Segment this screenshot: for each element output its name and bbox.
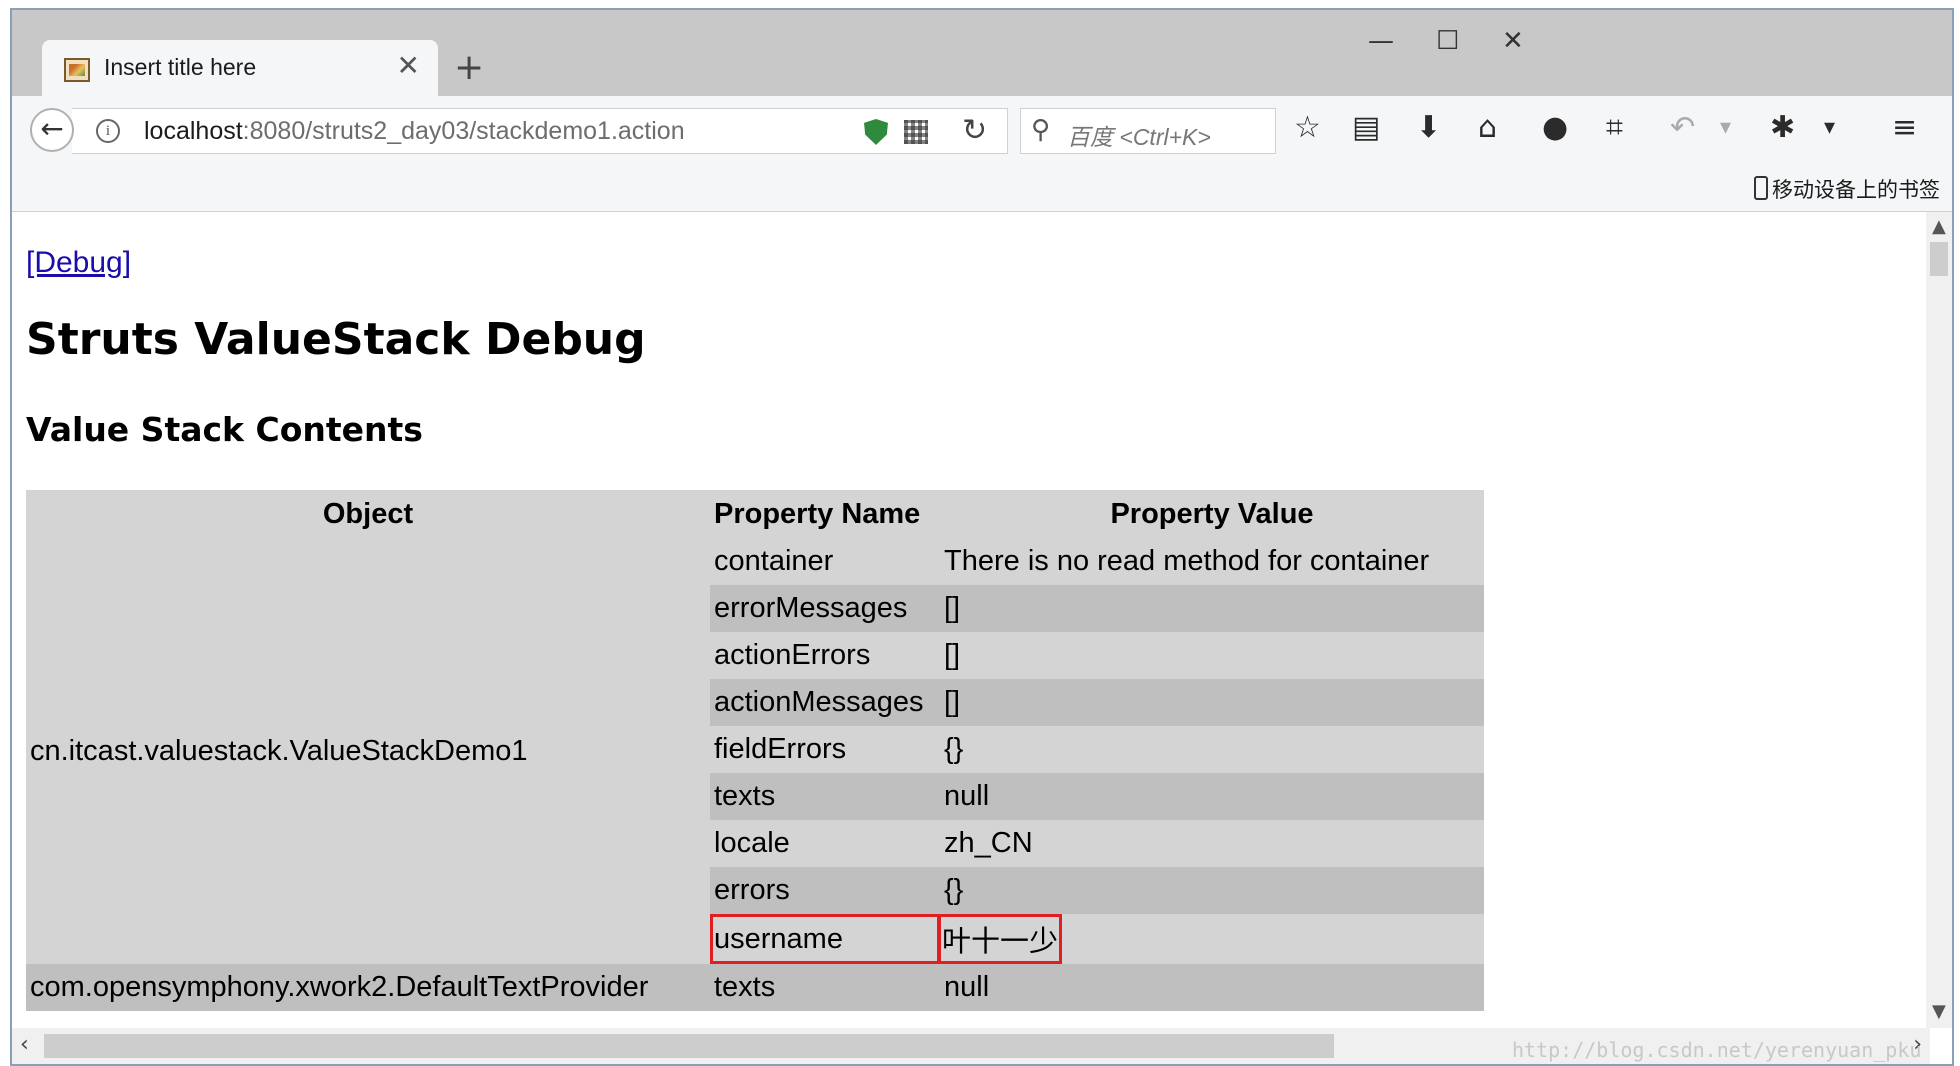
tab-active[interactable]: Insert title here ✕ bbox=[42, 40, 438, 96]
property-name-cell: errors bbox=[710, 867, 940, 914]
search-icon: ⚲ bbox=[1031, 115, 1051, 145]
property-value-cell: {} bbox=[940, 726, 1484, 773]
property-name-cell: texts bbox=[710, 773, 940, 820]
minimize-button[interactable]: — bbox=[1368, 28, 1394, 54]
property-name-cell: errorMessages bbox=[710, 585, 940, 632]
crop-icon[interactable]: ⌗ bbox=[1606, 110, 1623, 146]
header-property-value: Property Value bbox=[940, 490, 1484, 538]
section-heading: Value Stack Contents bbox=[26, 410, 423, 449]
property-value-cell: 叶十一少 bbox=[938, 914, 1484, 964]
reload-icon[interactable]: ↻ bbox=[962, 113, 987, 148]
watermark: http://blog.csdn.net/yerenyuan_pku bbox=[1512, 1038, 1922, 1062]
page-content: [Debug] Struts ValueStack Debug Value St… bbox=[12, 212, 1930, 1028]
tab-strip: Insert title here ✕ + — ☐ ✕ bbox=[12, 10, 1952, 96]
property-value-cell: [] bbox=[940, 632, 1484, 679]
qr-code-icon[interactable] bbox=[904, 120, 928, 144]
property-name-cell: fieldErrors bbox=[710, 726, 940, 773]
search-placeholder: 百度 <Ctrl+K> bbox=[1067, 124, 1211, 150]
vertical-scroll-thumb[interactable] bbox=[1930, 242, 1948, 276]
table-row: com.opensymphony.xwork2.DefaultTextProvi… bbox=[26, 964, 1484, 1011]
home-icon[interactable]: ⌂ bbox=[1478, 110, 1497, 146]
property-name-cell: texts bbox=[710, 964, 940, 1011]
bookmarks-toolbar: 移动设备上的书签 bbox=[12, 166, 1952, 212]
highlighted-username-value: 叶十一少 bbox=[938, 914, 1063, 964]
value-stack-table: Object Property Name Property Value cn.i… bbox=[26, 490, 1484, 1011]
property-name-cell: actionErrors bbox=[710, 632, 940, 679]
search-bar[interactable]: ⚲ 百度 <Ctrl+K> bbox=[1020, 108, 1276, 154]
scroll-left-icon[interactable]: ‹ bbox=[20, 1032, 29, 1057]
url-text[interactable]: localhost:8080/struts2_day03/stackdemo1.… bbox=[144, 117, 685, 146]
address-bar[interactable]: i localhost:8080/struts2_day03/stackdemo… bbox=[72, 108, 1008, 154]
maximize-button[interactable]: ☐ bbox=[1436, 28, 1459, 54]
property-value-cell: null bbox=[940, 773, 1484, 820]
property-name-cell: actionMessages bbox=[710, 679, 940, 726]
object-cell: com.opensymphony.xwork2.DefaultTextProvi… bbox=[26, 964, 710, 1011]
undo-icon[interactable]: ↶ bbox=[1670, 110, 1695, 146]
undo-dropdown-icon[interactable]: ▾ bbox=[1720, 110, 1731, 146]
site-info-icon[interactable]: i bbox=[96, 119, 120, 143]
tab-close-icon[interactable]: ✕ bbox=[397, 52, 420, 80]
mobile-device-icon bbox=[1754, 176, 1768, 200]
property-value-cell: [] bbox=[940, 585, 1484, 632]
tomcat-favicon-icon bbox=[64, 58, 90, 82]
chat-icon[interactable]: ● bbox=[1542, 110, 1568, 146]
url-host: localhost bbox=[144, 117, 243, 145]
extension-dropdown-icon[interactable]: ▾ bbox=[1824, 110, 1835, 146]
property-value-cell: [] bbox=[940, 679, 1484, 726]
table-row: cn.itcast.valuestack.ValueStackDemo1 con… bbox=[26, 538, 1484, 964]
debug-link[interactable]: [Debug] bbox=[26, 246, 131, 280]
back-button[interactable]: ← bbox=[30, 108, 74, 152]
download-icon[interactable]: ⬇ bbox=[1416, 110, 1441, 146]
extension-icon[interactable]: ✱ bbox=[1770, 110, 1795, 146]
property-name-cell: locale bbox=[710, 820, 940, 867]
scroll-up-icon[interactable]: ▲ bbox=[1932, 216, 1946, 237]
property-value-cell: zh_CN bbox=[940, 820, 1484, 867]
mobile-bookmarks-link[interactable]: 移动设备上的书签 bbox=[1772, 174, 1940, 204]
property-value-cell: null bbox=[940, 964, 1484, 1011]
object-cell: cn.itcast.valuestack.ValueStackDemo1 bbox=[26, 538, 710, 964]
shield-icon[interactable] bbox=[864, 119, 888, 145]
navigation-toolbar: i localhost:8080/struts2_day03/stackdemo… bbox=[12, 96, 1952, 166]
menu-icon[interactable]: ≡ bbox=[1892, 110, 1917, 146]
vertical-scrollbar[interactable]: ▲ ▼ bbox=[1926, 212, 1952, 1028]
horizontal-scroll-thumb[interactable] bbox=[44, 1034, 1334, 1058]
tab-title: Insert title here bbox=[104, 54, 257, 80]
table-header-row: Object Property Name Property Value bbox=[26, 490, 1484, 538]
property-name-cell: container bbox=[710, 538, 940, 585]
header-property-name: Property Name bbox=[710, 490, 940, 538]
new-tab-button[interactable]: + bbox=[454, 50, 484, 86]
bookmark-star-icon[interactable]: ☆ bbox=[1294, 110, 1321, 146]
browser-window: Insert title here ✕ + — ☐ ✕ i localhost:… bbox=[10, 8, 1954, 1066]
header-object: Object bbox=[26, 490, 710, 538]
page-title: Struts ValueStack Debug bbox=[26, 314, 646, 365]
url-path: :8080/struts2_day03/stackdemo1.action bbox=[242, 117, 685, 145]
scroll-down-icon[interactable]: ▼ bbox=[1932, 1001, 1946, 1022]
property-name-cell: username bbox=[710, 914, 940, 964]
property-value-cell: {} bbox=[940, 867, 1484, 914]
reading-list-icon[interactable]: ▤ bbox=[1352, 110, 1380, 146]
property-value-cell: There is no read method for container bbox=[940, 538, 1484, 585]
window-close-button[interactable]: ✕ bbox=[1502, 28, 1524, 54]
